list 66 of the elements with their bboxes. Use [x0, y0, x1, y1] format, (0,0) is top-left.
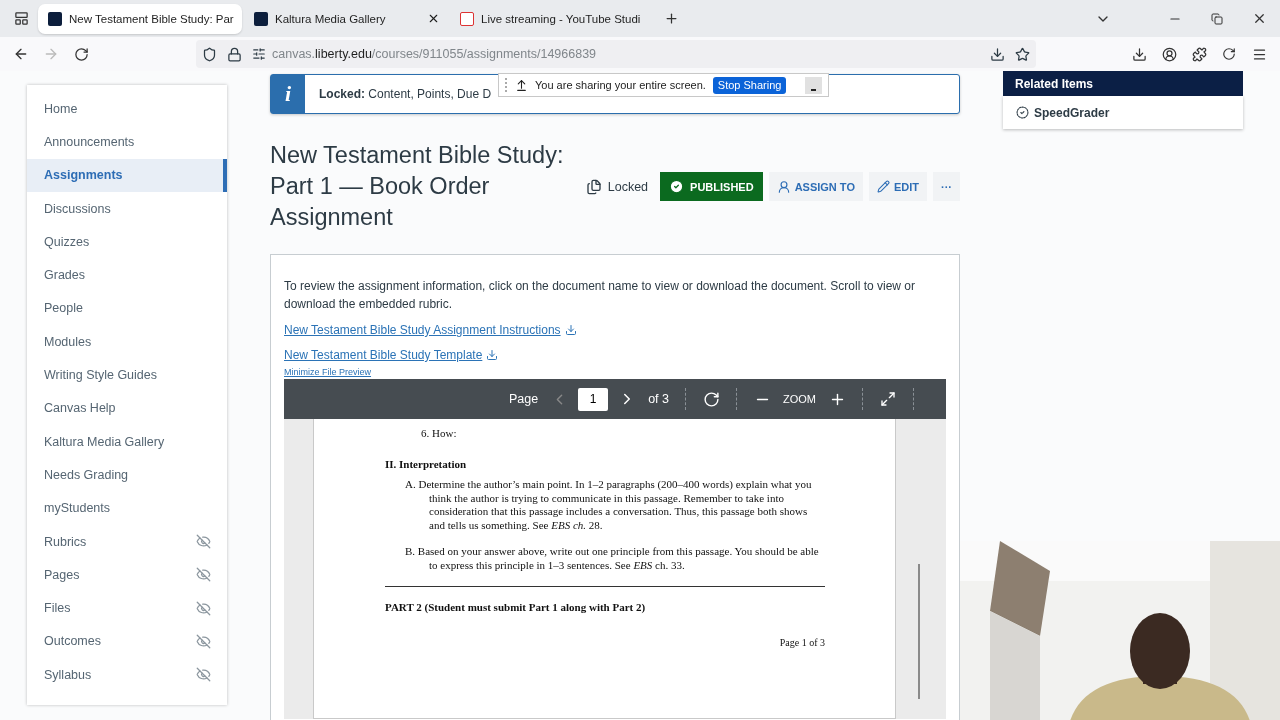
- sidebar-item[interactable]: myStudents: [27, 491, 227, 525]
- edit-button[interactable]: EDIT: [868, 172, 927, 201]
- minimize-button[interactable]: [805, 76, 823, 94]
- sidebar-item[interactable]: Files: [27, 591, 227, 625]
- page-label: Page: [507, 392, 540, 406]
- page-footer: Page 1 of 3: [385, 637, 825, 648]
- assign-to-button[interactable]: ASSIGN TO: [768, 172, 863, 201]
- sidebar-item[interactable]: Kaltura Media Gallery: [27, 424, 227, 459]
- sidebar-item[interactable]: Assignments: [27, 158, 227, 192]
- page-number-field[interactable]: 1: [578, 387, 609, 411]
- site-logo-icon: [460, 11, 474, 26]
- sidebar-item[interactable]: Quizzes: [27, 225, 227, 259]
- page-count: of 3: [647, 392, 670, 406]
- pencil-icon: [876, 180, 890, 193]
- sidebar-item[interactable]: Syllabus: [27, 658, 227, 692]
- related-items-header: Related Items: [1003, 71, 1243, 96]
- download-icon: [486, 349, 499, 361]
- sidebar-item[interactable]: People: [27, 291, 227, 326]
- site-logo-icon: [254, 11, 268, 26]
- file-link[interactable]: New Testament Bible Study Template: [284, 348, 499, 362]
- browser-tab[interactable]: Kaltura Media Gallery: [244, 3, 448, 34]
- bookmark-star-icon[interactable]: [1015, 46, 1030, 62]
- lock-files-icon: [585, 178, 602, 195]
- sidebar-item[interactable]: Writing Style Guides: [27, 358, 227, 392]
- assignment-title: New Testament Bible Study: Part 1 — Book Order Assignment: [270, 141, 565, 232]
- locked-status: Locked: [607, 179, 649, 194]
- shield-icon[interactable]: [202, 46, 217, 62]
- download-icon: [564, 324, 577, 336]
- sidebar-item[interactable]: Needs Grading: [27, 458, 227, 492]
- person-icon: [776, 179, 791, 194]
- sidebar-item[interactable]: Home: [27, 92, 227, 126]
- document-paragraph: A. Determine the author’s main point. In 1–2 paragraphs (200–400 words) explain what you think the author is trying to communicate in this passage. Remember to take into consideration that this passage includes a conversation. Thus, this passage both shows and tells us something. See EBS ch. 28.: [404, 478, 813, 532]
- banner-text: Locked: Content, Points, Due D: [319, 87, 492, 101]
- instructions-text: To review the assignment information, click on the document name to view or download the document. Scroll to view or download the embedded rubric.: [284, 278, 916, 313]
- document-heading: II. Interpretation: [385, 458, 468, 470]
- minimize-preview-link[interactable]: Minimize File Preview: [284, 367, 946, 377]
- sidebar-item[interactable]: Modules: [27, 325, 227, 359]
- sidebar-item[interactable]: Outcomes: [27, 624, 227, 659]
- file-link[interactable]: New Testament Bible Study Assignment Instructions: [284, 323, 577, 337]
- sidebar-item[interactable]: Discussions: [27, 191, 227, 226]
- site-logo-icon: [48, 11, 62, 26]
- zoom-label: ZOOM: [782, 393, 817, 405]
- browser-tab[interactable]: New Testament Bible Study: Par: [38, 3, 242, 34]
- share-message: You are sharing your entire screen.: [535, 79, 706, 91]
- sidebar-item[interactable]: Announcements: [27, 125, 227, 159]
- document-text: 6. How:: [420, 427, 458, 439]
- save-page-icon[interactable]: [990, 46, 1005, 62]
- published-status[interactable]: PUBLISHED: [660, 172, 763, 201]
- site-settings-icon[interactable]: [252, 47, 266, 61]
- close-icon[interactable]: [427, 12, 440, 25]
- info-icon: i: [271, 75, 305, 113]
- browser-tab[interactable]: Live streaming - YouTube Studi: [450, 3, 654, 34]
- sidebar-item[interactable]: Rubrics: [27, 524, 227, 559]
- document-heading: PART 2 (Student must submit Part 1 along with Part 2): [385, 601, 647, 613]
- speedgrader-link[interactable]: SpeedGrader: [1003, 96, 1243, 129]
- check-circle-icon: [669, 179, 685, 194]
- stop-sharing-button[interactable]: Stop Sharing: [712, 76, 787, 94]
- address-field[interactable]: canvas.liberty.edu/courses/911055/assignments/14966839: [196, 40, 1036, 68]
- more-button[interactable]: ···: [933, 172, 960, 201]
- lock-icon[interactable]: [227, 46, 242, 62]
- document-paragraph: B. Based on your answer above, write out one principle from this passage. You should be able to express this principle in 1–3 sentences. See EBS ch. 33.: [404, 545, 820, 572]
- sidebar-item[interactable]: Grades: [27, 258, 227, 292]
- check-circle-icon: [1016, 106, 1029, 119]
- sidebar-item[interactable]: Canvas Help: [27, 391, 227, 425]
- share-screen-icon: [515, 78, 528, 92]
- sidebar-item[interactable]: Pages: [27, 558, 227, 592]
